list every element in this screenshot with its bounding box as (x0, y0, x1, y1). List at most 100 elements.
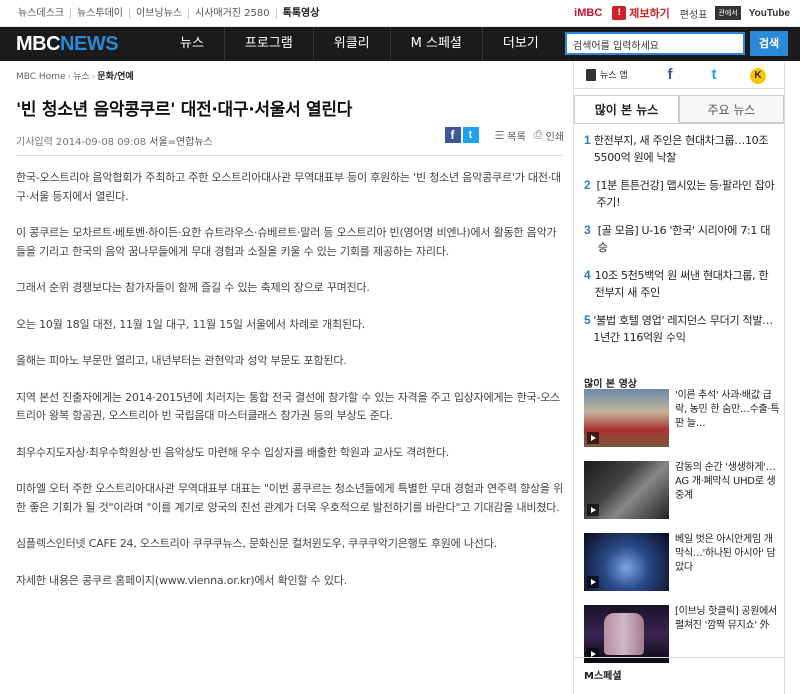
mspecial-heading: M스페셜 (584, 671, 622, 682)
main-nav-bar: MBCNEWS 뉴스 프로그램 위클리 M 스페셜 더보기 검색어를 입력하세요… (0, 27, 800, 61)
video-item[interactable]: '이른 추석' 사과·배값 급락, 농민 한 숨만…수출·특판 늘… (584, 389, 780, 455)
twitter-icon[interactable]: t (692, 66, 736, 83)
list-icon: ☰ (494, 128, 505, 142)
video-item[interactable]: 베일 벗은 아시안게임 개막식…'하나된 아시아' 담았다 (584, 533, 780, 599)
play-icon (587, 432, 599, 444)
video-thumbnail[interactable] (584, 605, 669, 663)
tab-main-news[interactable]: 주요 뉴스 (679, 95, 784, 123)
kakaostory-icon[interactable]: K (736, 65, 780, 84)
print-label: 인쇄 (545, 131, 564, 143)
tab-popular-news[interactable]: 많이 본 뉴스 (574, 95, 679, 123)
video-title[interactable]: [이브닝 핫클릭] 공원에서 펼쳐진 '깜짝 뮤지쇼' 外 (675, 605, 780, 671)
article-paragraph: 그래서 순위 경쟁보다는 참가자들이 함께 즐길 수 있는 축제의 장으로 꾸며… (16, 281, 370, 294)
top-utility-bar: 뉴스데스크 뉴스투데이 이브닝뉴스 시사매거진 2580 톡톡영상 iMBC !… (0, 0, 800, 27)
breadcrumb-current[interactable]: 문화/연예 (97, 72, 133, 82)
play-icon (587, 576, 599, 588)
article-title: '빈 청소년 음악콩쿠르' 대전·대구·서울서 열린다 (16, 100, 353, 120)
news-app-link[interactable]: 뉴스 앱 (586, 68, 648, 81)
video-thumbnail[interactable] (584, 533, 669, 591)
sidebar: 뉴스 앱 f t K 많이 본 뉴스 주요 뉴스 1 한전부지, 새 주인은 현대… (573, 61, 785, 694)
video-thumbnail[interactable] (584, 389, 669, 447)
twitter-share-icon[interactable]: t (462, 127, 479, 143)
rank-number: 2 (584, 178, 591, 192)
play-icon (587, 648, 599, 660)
video-title[interactable]: 감동의 순간 '생생하게'…AG 개·폐막식 UHD로 생중계 (675, 461, 780, 527)
youtube-icon[interactable]: YouTube (749, 8, 790, 19)
mbcnews-logo[interactable]: MBCNEWS (16, 33, 119, 56)
breadcrumb-home[interactable]: MBC Home (16, 72, 66, 82)
report-button[interactable]: ! 제보하기 (612, 5, 670, 21)
print-icon: ⎙ (533, 128, 543, 141)
nav-item-news[interactable]: 뉴스 (160, 27, 224, 61)
ranking-list: 1 한전부지, 새 주인은 현대차그룹…10조 5500억 원에 낙찰 2 [1분 … (574, 123, 784, 349)
article-paragraph: 심플렉스인터넷 CAFE 24, 오스트리아 쿠쿠쿠뉴스, 문화신문 컬처윈도우… (16, 537, 497, 550)
social-bar: 뉴스 앱 f t K (574, 61, 784, 89)
rank-title[interactable]: 한전부지, 새 주인은 현대차그룹…10조 5500억 원에 낙찰 (594, 132, 776, 169)
list-label: 목록 (507, 131, 526, 143)
article-body: 한국-오스트리아 음악협회가 주최하고 주한 오스트리아대사관 무역대표부 등이… (16, 169, 566, 608)
video-thumbnail[interactable] (584, 461, 669, 519)
article-paragraph: 오는 10월 18일 대전, 11월 1일 대구, 11월 15일 서울에서 차… (16, 317, 366, 331)
nav-item-program[interactable]: 프로그램 (223, 27, 313, 61)
search-input[interactable]: 검색어를 입력하세요 (565, 32, 745, 55)
link-eveningnews[interactable]: 이브닝뉴스 (130, 8, 189, 19)
article-paragraph: 이 콩쿠르는 모차르트·베토벤·하이든·요한 슈트라우스·슈베르트·말러 등 오… (16, 226, 557, 258)
facebook-share-icon[interactable]: f (444, 127, 461, 143)
ranking-item[interactable]: 3 [골 모음] U-16 '한국' 시리아에 7:1 대승 (574, 214, 784, 259)
video-item[interactable]: [이브닝 핫클릭] 공원에서 펼쳐진 '깜짝 뮤지쇼' 外 (584, 605, 780, 671)
nav-item-weekly[interactable]: 위클리 (312, 27, 390, 61)
print-button[interactable]: ⎙ 인쇄 (534, 128, 564, 143)
rank-number: 4 (584, 268, 591, 282)
article-meta: 기사입력 2014-09-08 09:08 서울=연합뉴스 (16, 133, 213, 148)
logo-mbc: MBC (16, 33, 61, 55)
link-newsdesk[interactable]: 뉴스데스크 (18, 8, 71, 19)
link-sisa2580[interactable]: 시사매거진 2580 (189, 8, 277, 19)
article-paragraph: 지역 본선 진출자에게는 2014·2015년에 치러지는 통합 전국 결선에 … (16, 390, 561, 423)
phone-icon (586, 68, 596, 81)
article-paragraph: 자세한 내용은 콩쿠르 홈페이지(www.vienna.or.kr)에서 확인할… (16, 573, 347, 587)
facebook-icon[interactable]: f (648, 66, 692, 83)
play-icon (587, 504, 599, 516)
ranking-item[interactable]: 4 10조 5천5백억 원 써낸 현대차그룹, 한전부지 새 주인 (574, 259, 784, 304)
popular-video-heading: 많이 본 영상 (584, 379, 637, 390)
rank-title[interactable]: 10조 5천5백억 원 써낸 현대차그룹, 한전부지 새 주인 (595, 267, 776, 304)
news-app-label: 뉴스 앱 (600, 71, 628, 81)
schedule-link[interactable]: 편성표 (680, 6, 708, 21)
rank-number: 1 (584, 133, 591, 147)
article-source: 서울=연합뉴스 (149, 137, 213, 148)
chevron-right-icon: › (67, 72, 72, 82)
title-divider (16, 155, 564, 156)
badge-link[interactable]: 관에서 (715, 6, 741, 20)
imbc-logo[interactable]: iMBC (574, 7, 602, 19)
nav-item-mspecial[interactable]: M 스페셜 (389, 27, 482, 61)
rank-number: 5 (584, 313, 591, 327)
video-title[interactable]: '이른 추석' 사과·배값 급락, 농민 한 숨만…수출·특판 늘… (675, 389, 780, 455)
video-title[interactable]: 베일 벗은 아시안게임 개막식…'하나된 아시아' 담았다 (675, 533, 780, 599)
list-button[interactable]: ☰ 목록 (495, 128, 526, 143)
ranking-item[interactable]: 1 한전부지, 새 주인은 현대차그룹…10조 5500억 원에 낙찰 (574, 124, 784, 169)
popular-video-list: '이른 추석' 사과·배값 급락, 농민 한 숨만…수출·특판 늘… 감동의 순… (584, 389, 780, 677)
search-button[interactable]: 검색 (750, 31, 788, 56)
ranking-item[interactable]: 5 '불법 호텔 영업' 레지던스 무더기 적발…1년간 116억원 수익 (574, 304, 784, 349)
top-right-links: iMBC ! 제보하기 편성표 관에서 YouTube (574, 5, 790, 21)
video-item[interactable]: 감동의 순간 '생생하게'…AG 개·폐막식 UHD로 생중계 (584, 461, 780, 527)
breadcrumb: MBC Home › 뉴스 › 문화/연예 (16, 69, 134, 82)
rank-title[interactable]: [골 모음] U-16 '한국' 시리아에 7:1 대승 (598, 222, 776, 259)
megaphone-icon: ! (612, 6, 627, 20)
breadcrumb-news[interactable]: 뉴스 (73, 72, 90, 82)
rank-title[interactable]: [1분 튼튼건강] 맵시있는 등·팔라인 잡아주기! (596, 177, 776, 214)
rank-title[interactable]: '불법 호텔 영업' 레지던스 무더기 적발…1년간 116억원 수익 (593, 312, 776, 349)
article-paragraph: 올해는 피아노 부문만 열리고, 내년부터는 관현악과 성악 부문도 포함된다. (16, 354, 347, 367)
link-newstoday[interactable]: 뉴스투데이 (71, 8, 130, 19)
link-toktok-video[interactable]: 톡톡영상 (277, 8, 326, 19)
article-tools: f t ☰ 목록 ⎙ 인쇄 (444, 127, 564, 143)
article-paragraph: 한국-오스트리아 음악협회가 주최하고 주한 오스트리아대사관 무역대표부 등이… (16, 171, 561, 203)
ranking-item[interactable]: 2 [1분 튼튼건강] 맵시있는 등·팔라인 잡아주기! (574, 169, 784, 214)
article-paragraph: 미하엘 오터 주한 오스트리아대사관 무역대표부 대표는 "이번 콩쿠르는 청소… (16, 482, 564, 514)
article-paragraph: 최우수지도자상·최우수학원상·빈 음악상도 마련해 우수 입상자를 배출한 학원… (16, 445, 450, 459)
report-label: 제보하기 (629, 7, 670, 20)
nav-item-more[interactable]: 더보기 (481, 27, 559, 61)
section-divider (574, 657, 784, 658)
logo-news: NEWS (60, 33, 119, 55)
program-links: 뉴스데스크 뉴스투데이 이브닝뉴스 시사매거진 2580 톡톡영상 (18, 8, 325, 19)
